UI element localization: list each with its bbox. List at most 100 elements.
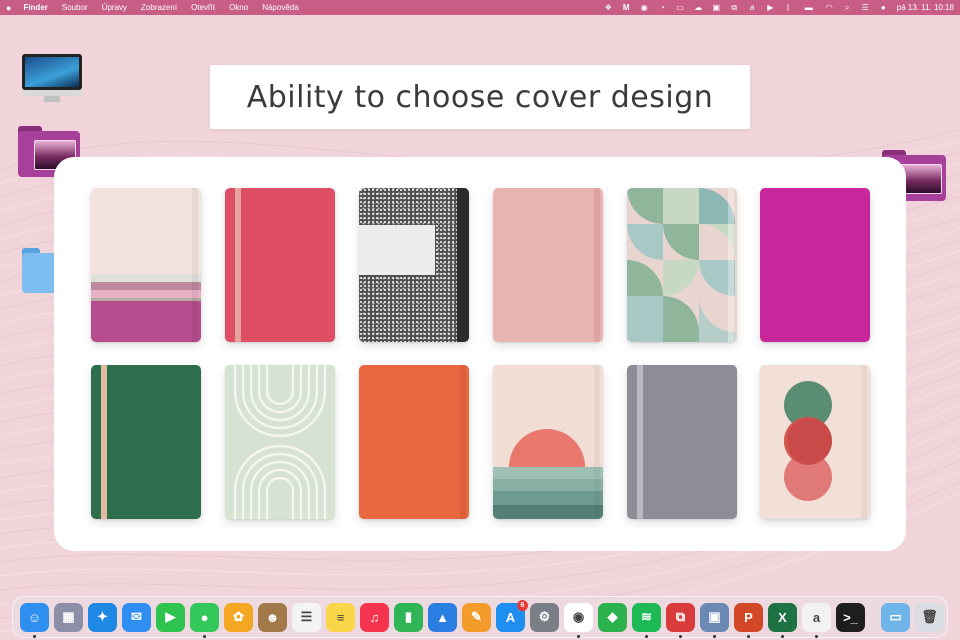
arches-pattern — [225, 365, 335, 519]
elastic-band — [101, 365, 107, 519]
dock: ☺ ▦ ✦ ✉ ▶ ● ✿ ☻ ☰ ≡ ♫ ▮ ▲ ✎ A 6 ⚙ ◉ ◆ ≋ ⧉ ▣ P Xa >_ ▭ 🗑 — [12, 596, 948, 638]
numbers-icon[interactable]: ▮ — [394, 602, 423, 632]
mail-icon[interactable]: ✉ — [122, 602, 151, 632]
elastic-band — [594, 188, 600, 342]
cover-pink[interactable] — [493, 188, 603, 342]
screenshot-icon[interactable]: ⧉ — [730, 3, 739, 12]
cover-red[interactable] — [225, 188, 335, 342]
running-indicator — [645, 634, 648, 638]
cover-panel — [54, 157, 906, 551]
window-icon[interactable]: ▭ — [676, 3, 685, 12]
wifi-icon[interactable]: ◠ — [825, 3, 834, 12]
menu-clock[interactable]: pá 13. 11. 10:18 — [897, 3, 954, 12]
finder-icon[interactable]: ☺ — [20, 602, 49, 638]
cover-circles[interactable] — [760, 365, 870, 519]
imac-stand — [44, 96, 60, 102]
sunset-pattern — [493, 365, 603, 519]
circles-pattern — [760, 365, 870, 519]
menu-finder[interactable]: Finder — [23, 3, 47, 12]
messages-icon[interactable]: ● — [190, 602, 219, 638]
stripe-mauve — [91, 282, 201, 290]
running-indicator — [577, 634, 580, 638]
m-app-icon[interactable]: M — [622, 3, 631, 12]
elastic-band — [594, 365, 600, 519]
elastic-band — [637, 365, 643, 519]
dropbox-icon[interactable]: ❖ — [604, 3, 613, 12]
excel-icon[interactable]: X — [768, 602, 797, 638]
running-indicator — [713, 634, 716, 638]
notes-icon[interactable]: ≡ — [326, 602, 355, 632]
music-icon[interactable]: ♫ — [360, 602, 389, 632]
notification-badge: 6 — [517, 599, 528, 611]
cover-arches[interactable] — [225, 365, 335, 519]
folder-icon[interactable]: ▭ — [881, 602, 910, 632]
elastic-band — [192, 188, 198, 342]
clock-icon[interactable]: ◔ — [658, 3, 667, 12]
status-area: ❖ M ◉ ◔ ▭ ☁ ▣ ⧉ a ▶ ᛒ ▬ ◠ ⌕ ☰ ● pá 13. 1… — [604, 3, 954, 12]
gear-icon[interactable]: ⚙ — [530, 602, 559, 632]
pages-icon[interactable]: ✎ — [462, 602, 491, 632]
running-indicator — [203, 634, 206, 638]
display-icon[interactable]: ▣ — [712, 3, 721, 12]
trash-icon[interactable]: 🗑 — [915, 602, 944, 632]
cover-grey[interactable] — [627, 365, 737, 519]
photos-icon[interactable]: ✿ — [224, 602, 253, 632]
menu-napoveda[interactable]: Nápověda — [262, 3, 298, 12]
imac-screen — [22, 54, 82, 90]
running-indicator — [747, 634, 750, 638]
elastic-band — [861, 365, 867, 519]
elastic-band — [235, 188, 241, 342]
imac-icon[interactable] — [22, 54, 82, 102]
running-indicator — [815, 634, 818, 638]
menu-upravy[interactable]: Úpravy — [102, 3, 127, 12]
play-icon[interactable]: ▶ — [766, 3, 775, 12]
record-icon[interactable]: ◉ — [640, 3, 649, 12]
powerpoint-icon[interactable]: P — [734, 602, 763, 638]
running-indicator — [781, 634, 784, 638]
safari-icon[interactable]: ✦ — [88, 602, 117, 632]
folder-window-image — [900, 164, 942, 194]
cover-composition[interactable] — [359, 188, 469, 342]
signature-icon[interactable]: a — [802, 602, 831, 638]
cover-green[interactable] — [91, 365, 201, 519]
menu-zobrazeni[interactable]: Zobrazení — [141, 3, 177, 12]
chrome-icon[interactable]: ◉ — [564, 602, 593, 638]
cloud-icon[interactable]: ☁ — [694, 3, 703, 12]
apple-icon[interactable]: ● — [6, 3, 11, 13]
menu-otevrit[interactable]: Otevřít — [191, 3, 215, 12]
stripe-pink — [91, 290, 201, 298]
bluetooth-icon[interactable]: ᛒ — [784, 3, 793, 12]
banner-title: Ability to choose cover design — [246, 79, 714, 115]
composition-label — [359, 225, 435, 275]
control-center-icon[interactable]: ☰ — [861, 3, 870, 12]
running-indicator — [679, 634, 682, 638]
elastic-band — [460, 365, 466, 519]
parallels-icon[interactable]: ⧉ — [666, 602, 695, 638]
cover-magenta[interactable] — [760, 188, 870, 342]
cover-orange[interactable] — [359, 365, 469, 519]
battery-icon[interactable]: ▬ — [802, 3, 816, 12]
signature-icon[interactable]: a — [748, 3, 757, 12]
contacts-icon[interactable]: ☻ — [258, 602, 287, 632]
cover-geometric[interactable] — [627, 188, 737, 342]
launchpad-icon[interactable]: ▦ — [54, 602, 83, 632]
keynote-icon[interactable]: ▲ — [428, 602, 457, 632]
cover-sunset[interactable] — [493, 365, 603, 519]
menu-okno[interactable]: Okno — [229, 3, 248, 12]
spotify-icon[interactable]: ≋ — [632, 602, 661, 638]
facetime-icon[interactable]: ▶ — [156, 602, 185, 632]
terminal-icon[interactable]: >_ — [836, 602, 865, 632]
feedly-icon[interactable]: ◆ — [598, 602, 627, 632]
reminders-icon[interactable]: ☰ — [292, 602, 321, 632]
stripe-magenta — [91, 301, 201, 342]
elastic-band — [728, 188, 734, 342]
app-store-icon[interactable]: A6 — [496, 599, 528, 632]
cover-cream-striped[interactable] — [91, 188, 201, 342]
search-icon[interactable]: ⌕ — [843, 3, 852, 12]
preview-icon[interactable]: ▣ — [700, 602, 729, 638]
composition-spine — [457, 188, 469, 342]
menu-soubor[interactable]: Soubor — [62, 3, 88, 12]
title-banner: Ability to choose cover design — [210, 65, 750, 129]
stripe-grey — [91, 274, 201, 282]
avatar-icon[interactable]: ● — [879, 3, 888, 12]
